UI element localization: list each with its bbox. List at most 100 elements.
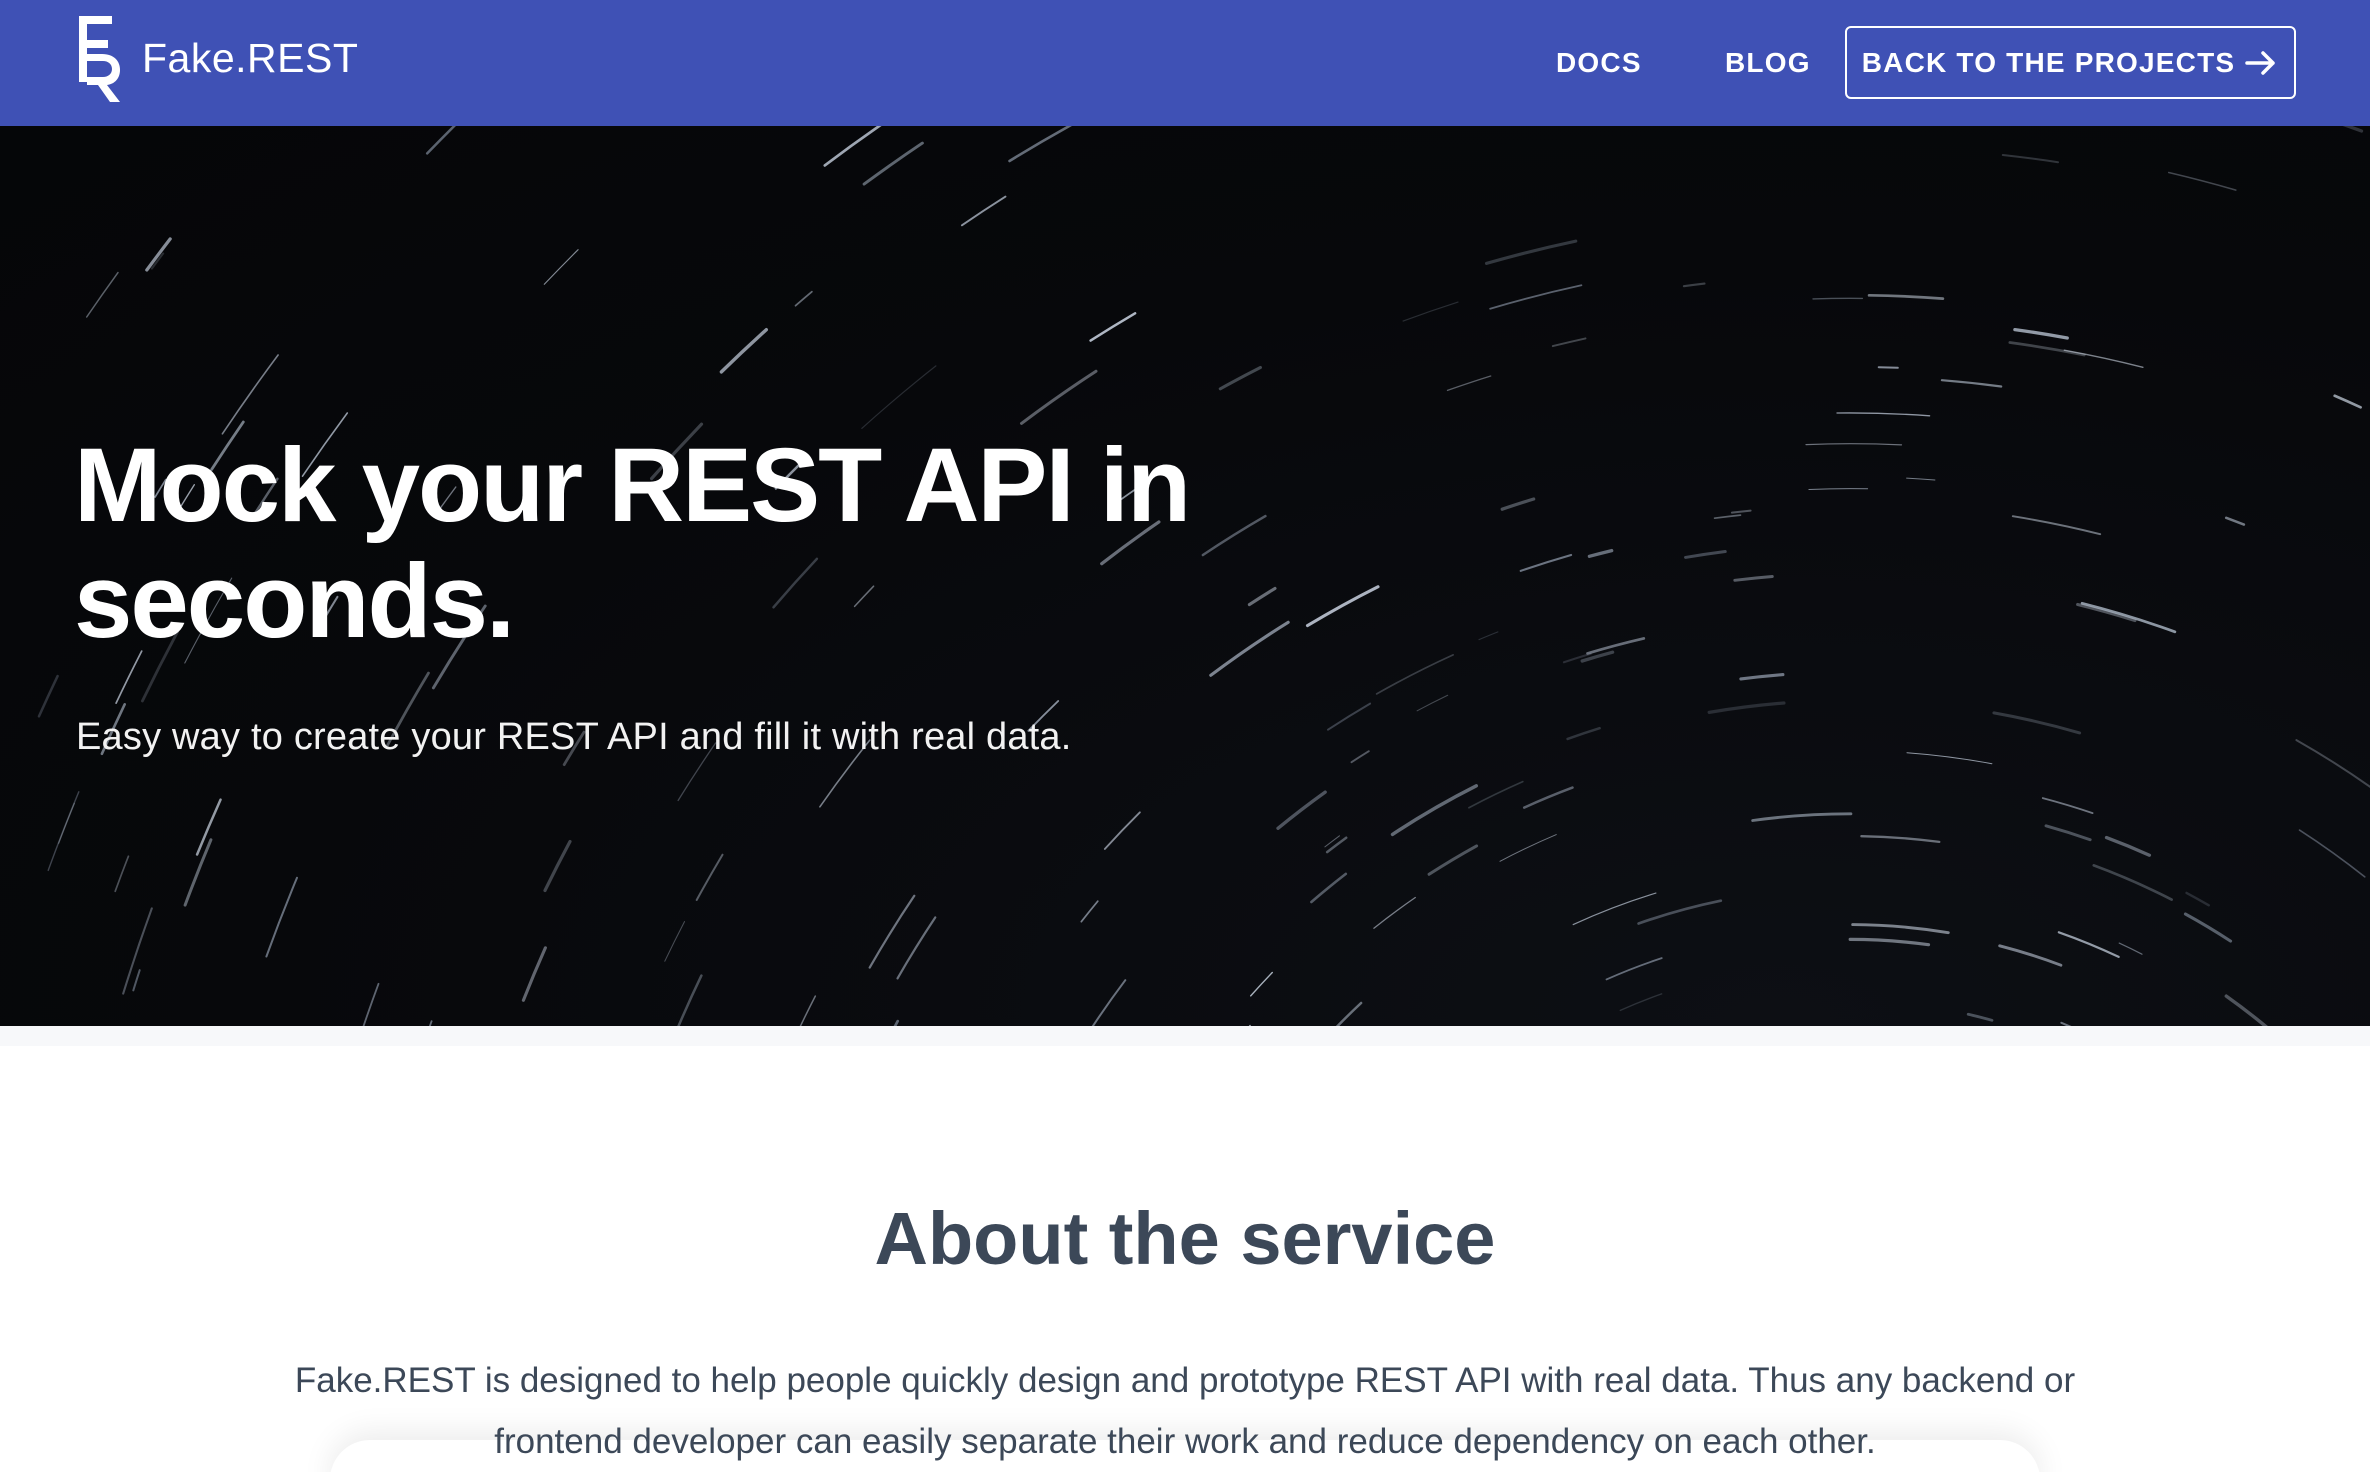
star-trail [1966,1012,1994,1022]
star-trail [2167,171,2237,191]
star-trail [1091,979,1127,1026]
star-trail [1860,835,1941,844]
hero-title-line1: Mock your REST API in [74,427,1191,544]
star-trail [122,907,153,995]
star-trail [2366,126,2370,134]
star-trail [896,916,937,980]
star-trail [1250,971,1273,997]
star-trail [695,853,724,901]
star-trail [2080,601,2177,634]
star-trail [1684,550,1727,559]
star-trail [1998,944,2063,967]
star-trail [2013,327,2069,340]
star-trail [1390,784,1478,837]
brand-link[interactable]: Fake.REST [74,12,358,104]
star-trail [1373,896,1416,929]
star-trail [362,982,380,1026]
star-trail [1350,750,1370,764]
star-trail [799,995,817,1026]
star-trail [2118,942,2143,955]
about-description: Fake.REST is designed to help people qui… [294,1361,2076,1461]
back-to-projects-label: BACK TO THE PROJECTS [1861,46,2236,78]
star-trail [2183,912,2233,943]
star-trail [1218,365,1262,391]
star-trail [1586,637,1646,655]
nav-docs-link[interactable]: DOCS [1556,0,1642,126]
hero-section: Mock your REST API in seconds. Easy way … [0,126,2370,1026]
hero-title-line2: seconds. [74,543,515,660]
star-trail [2104,835,2152,857]
star-trail [2224,516,2246,526]
star-trail [1427,844,1479,876]
section-divider [0,1026,2370,1046]
star-trail [1375,654,1454,695]
star-trail [1739,673,1785,681]
star-trail [1305,585,1380,628]
star-trail [664,921,686,962]
star-trail [58,802,76,844]
star-trail [2185,891,2210,907]
star-trail [1851,923,1950,935]
fr-logo-icon [79,16,120,102]
star-trail [1478,631,1499,641]
star-trail [37,674,59,718]
page: Fake.REST DOCS BLOG BACK TO THE PROJECTS… [0,0,2370,1472]
star-trail [1805,443,1903,446]
star-trail [1089,312,1137,342]
star-trail [1008,126,1073,163]
star-trail [2295,739,2370,789]
star-trail [1848,937,1931,947]
star-trail [868,894,916,969]
star-trail [221,354,279,435]
star-trail [1867,293,1945,300]
star-trail [794,290,813,307]
star-trail [132,969,141,992]
star-trail [1522,786,1574,809]
star-trail [1402,301,1459,322]
star-trail [2076,602,2137,623]
star-trail [1080,900,1099,923]
star-trail [2333,394,2362,409]
star-trail [85,271,119,318]
nav-blog-link[interactable]: BLOG [1725,0,1811,126]
brand-name: Fake.REST [142,34,359,81]
arrow-right-icon [2245,50,2276,75]
navbar: Fake.REST DOCS BLOG BACK TO THE PROJECTS [0,0,2370,126]
star-trail [1707,701,1786,715]
star-trail [1812,297,1864,300]
star-trail [1310,872,1348,904]
star-trail [2041,797,2094,814]
star-trail [2011,515,2102,536]
star-trail [1733,575,1774,582]
star-trail [1940,379,2003,388]
hero-subtitle: Easy way to create your REST API and fil… [76,716,1072,758]
star-trail [1484,239,1578,265]
star-trail [1335,1001,1363,1026]
star-trail [1587,548,1614,558]
back-to-projects-button[interactable]: BACK TO THE PROJECTS [1845,26,2296,99]
star-trail [1906,752,1993,765]
star-trail [265,876,298,958]
star-trail [1877,366,1899,369]
star-trail [960,195,1007,227]
star-trail [1906,477,1936,481]
star-trail [2342,126,2364,133]
star-trail [2298,829,2366,878]
star-trail [543,249,579,285]
star-trail [1325,836,1348,854]
star-trail [1566,726,1601,741]
hero-title: Mock your REST API in seconds. [74,428,1274,660]
star-trail [425,126,457,155]
star-trail [1730,509,1752,514]
star-trail [2092,864,2173,901]
star-trail [1713,514,1742,520]
star-trail [1519,553,1573,572]
star-trail [2001,154,2059,164]
star-trail [1572,892,1657,926]
star-trail [1276,790,1327,830]
star-trail [1499,834,1557,862]
star-trail [1682,282,1706,288]
star-trail [1808,488,1869,490]
star-trail [114,855,130,893]
star-trail [1992,711,2082,735]
